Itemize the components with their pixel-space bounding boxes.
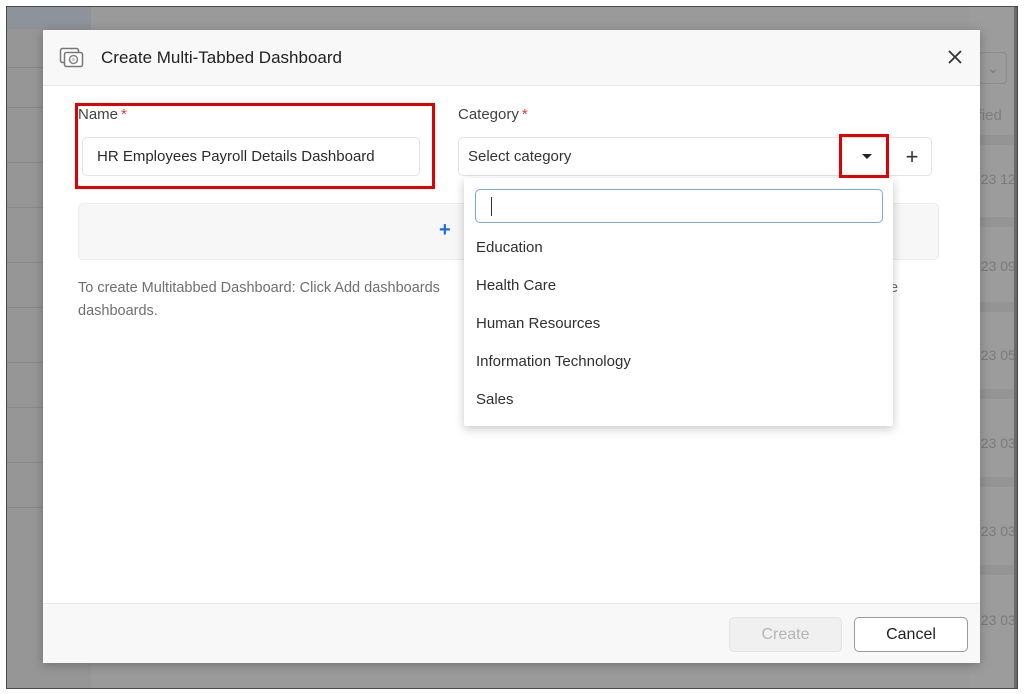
add-category-button[interactable]: + [893,138,931,175]
text-cursor [491,197,492,216]
plus-icon: + [905,143,919,169]
category-option-education[interactable]: Education [464,228,893,266]
category-select[interactable]: Select category + [458,137,932,176]
category-dropdown-menu: Education Health Care Human Resources In… [464,178,893,426]
caret-down-icon [862,154,872,159]
name-label: Name * [78,106,127,123]
category-placeholder: Select category [468,148,572,165]
dialog-footer: Create Cancel [43,603,980,663]
screenshot-frame: ⌄ lified 023 12 023 09 023 05 023 03 023… [6,6,1018,689]
dialog-title: Create Multi-Tabbed Dashboard [101,47,342,67]
background-select-chevron-icon: ⌄ [979,52,1007,84]
create-button[interactable]: Create [729,617,842,652]
name-input[interactable] [82,137,420,176]
cancel-button[interactable]: Cancel [854,617,968,652]
dialog-body: Name* Category* Select category + + [43,86,980,603]
category-option-sales[interactable]: Sales [464,380,893,418]
category-option-human-resources[interactable]: Human Resources [464,304,893,342]
add-dashboard-plus-icon[interactable]: + [439,219,451,242]
required-marker: * [121,106,127,123]
close-icon[interactable] [944,46,966,68]
category-dropdown-toggle[interactable] [847,138,887,175]
category-option-information-technology[interactable]: Information Technology [464,342,893,380]
dialog-header: Create Multi-Tabbed Dashboard [43,30,980,86]
category-option-health-care[interactable]: Health Care [464,266,893,304]
category-label: Category * [458,106,528,123]
create-multi-tabbed-dashboard-dialog: Create Multi-Tabbed Dashboard Name* Cate… [43,30,980,663]
multi-tab-dashboard-icon [59,47,85,69]
required-marker: * [521,106,528,123]
category-search-input[interactable] [475,189,883,223]
